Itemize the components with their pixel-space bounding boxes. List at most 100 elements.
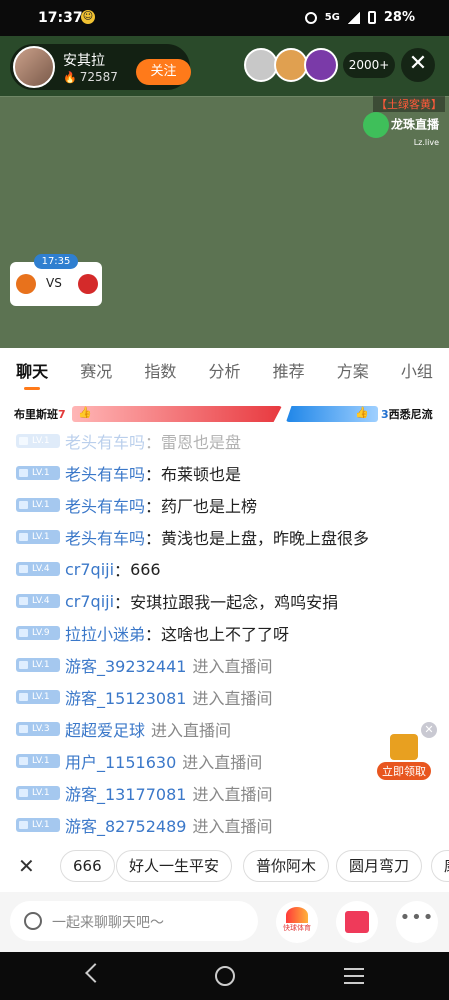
follow-button[interactable]: 关注 <box>136 59 191 85</box>
chat-text: 安琪拉跟我一起念，鸡呜安捐 <box>130 593 339 612</box>
more-icon[interactable]: ••• <box>396 901 438 943</box>
heat-value: 72587 <box>79 70 118 84</box>
quick-phrase-bar: ✕ 666 好人一生平安 普你阿木 圆月弯刀 康 <box>0 850 449 884</box>
chat-username[interactable]: 老头有车吗 <box>65 429 145 453</box>
level-badge: LV.1 <box>16 434 60 448</box>
chat-text: 雷恩也是盘 <box>161 433 242 452</box>
viewer-count[interactable]: 2000+ <box>343 52 395 78</box>
chat-username[interactable]: cr7qiji <box>65 592 114 611</box>
chat-username[interactable]: 拉拉小迷弟 <box>65 621 145 645</box>
enter-notice: LV.1 游客_13177081 进入直播间 <box>16 780 272 806</box>
viewer-avatar[interactable] <box>304 48 338 82</box>
level-badge: LV.1 <box>16 466 60 480</box>
gift-button[interactable] <box>336 901 378 943</box>
tab-group[interactable]: 小组 <box>385 348 449 396</box>
chat-username[interactable]: 游客_13177081 <box>65 781 186 805</box>
tab-plan[interactable]: 方案 <box>321 348 385 396</box>
quick-phrase-chip[interactable]: 圆月弯刀 <box>336 850 423 882</box>
stream-tag: 【土绿客黄】 <box>373 96 445 112</box>
chat-username[interactable]: 老头有车吗 <box>65 461 145 485</box>
enter-notice: LV.1 游客_39232441 进入直播间 <box>16 652 272 678</box>
chat-text: 布莱顿也是 <box>161 465 242 484</box>
enter-text: 进入直播间 <box>192 689 273 708</box>
close-icon[interactable]: ✕ <box>18 854 35 878</box>
chat-username[interactable]: 老头有车吗 <box>65 525 145 549</box>
chat-username[interactable]: cr7qiji <box>65 560 114 579</box>
status-icons: 5G 28% <box>304 10 415 25</box>
chat-message: LV.4 cr7qiji： 666 <box>16 556 161 582</box>
face-emoji-icon: ☺ <box>81 10 95 24</box>
home-team-name: 布里斯班 <box>14 408 58 421</box>
emoji-icon[interactable] <box>24 912 42 930</box>
quick-phrase-chip[interactable]: 666 <box>60 850 115 882</box>
chat-username[interactable]: 游客_82752489 <box>65 813 186 837</box>
chat-message: LV.9 拉拉小迷弟： 这啥也上不了了呀 <box>16 620 289 646</box>
app-shortcut-button[interactable]: 快球体育 <box>276 901 318 943</box>
chat-username[interactable]: 老头有车吗 <box>65 493 145 517</box>
anchor-name: 安其拉 <box>63 53 105 69</box>
status-bar: 17:37 ☺ 5G 28% <box>0 0 449 36</box>
home-support-bar[interactable] <box>72 406 282 422</box>
match-clock: 17:35 <box>34 254 78 269</box>
enter-text: 进入直播间 <box>192 817 273 836</box>
level-badge: LV.1 <box>16 754 60 768</box>
tab-recommend[interactable]: 推荐 <box>257 348 321 396</box>
tab-match-status[interactable]: 赛况 <box>64 348 128 396</box>
dragon-icon <box>362 112 389 138</box>
chat-text: 黄浅也是上盘，昨晚上盘很多 <box>161 529 370 548</box>
tab-odds[interactable]: 指数 <box>128 348 192 396</box>
app-badge-label: 快球体育 <box>283 924 311 932</box>
chat-input-placeholder: 一起来聊聊天吧～ <box>52 915 164 931</box>
enter-text: 进入直播间 <box>182 753 263 772</box>
chat-message: LV.1 老头有车吗： 布莱顿也是 <box>16 460 241 486</box>
chat-username[interactable]: 用户_1151630 <box>65 749 176 773</box>
back-icon[interactable] <box>85 963 105 983</box>
chat-username[interactable]: 游客_15123081 <box>65 685 186 709</box>
home-icon[interactable] <box>215 966 235 986</box>
close-icon[interactable]: ✕ <box>401 48 435 82</box>
quick-phrase-chip[interactable]: 普你阿木 <box>243 850 330 882</box>
level-badge: LV.1 <box>16 818 60 832</box>
quick-phrase-chip[interactable]: 康 <box>431 850 449 882</box>
anchor-card[interactable]: 安其拉 🔥 72587 关注 <box>10 44 191 90</box>
system-nav-bar <box>0 952 449 1000</box>
away-team-logo <box>78 274 98 294</box>
quick-phrase-chip[interactable]: 好人一生平安 <box>116 850 233 882</box>
score-card[interactable]: 17:35 VS <box>10 254 102 306</box>
gift-claim-button[interactable]: 立即领取 <box>375 734 433 780</box>
battery-level: 28% <box>383 10 415 25</box>
thumbs-up-icon[interactable]: 👍 <box>78 406 92 419</box>
platform-domain: Lz.live <box>413 138 439 147</box>
chat-input[interactable]: 一起来聊聊天吧～ <box>10 901 258 941</box>
viewer-avatar[interactable] <box>244 48 278 82</box>
away-team-name: 西悉尼流 <box>388 408 433 421</box>
level-badge: LV.4 <box>16 594 60 608</box>
tab-analysis[interactable]: 分析 <box>192 348 256 396</box>
level-badge: LV.3 <box>16 722 60 736</box>
chat-message: LV.1 老头有车吗： 雷恩也是盘 <box>16 428 241 454</box>
support-vote: 布里斯班7 👍 👍 3西悉尼流 <box>0 400 449 428</box>
signal-icon <box>347 11 360 24</box>
chat-message: LV.1 老头有车吗： 药厂也是上榜 <box>16 492 257 518</box>
home-team-logo <box>16 274 36 294</box>
chat-username[interactable]: 超超爱足球 <box>65 717 145 741</box>
anchor-heat: 🔥 72587 <box>63 70 118 84</box>
video-player[interactable]: 安其拉 🔥 72587 关注 2000+ ✕ 【土绿客黄】 龙珠直播 Lz.li… <box>0 36 449 348</box>
chat-text: 这啥也上不了了呀 <box>161 625 290 644</box>
app-logo-icon <box>286 907 308 923</box>
tab-chat[interactable]: 聊天 <box>0 348 64 396</box>
anchor-avatar[interactable] <box>13 46 55 88</box>
enter-text: 进入直播间 <box>192 657 273 676</box>
vs-label: VS <box>46 276 62 290</box>
viewer-avatar[interactable] <box>274 48 308 82</box>
chat-list[interactable]: LV.1 老头有车吗： 雷恩也是盘 LV.1 老头有车吗： 布莱顿也是 LV.1… <box>0 426 449 844</box>
recent-apps-icon[interactable] <box>344 968 364 984</box>
level-badge: LV.1 <box>16 786 60 800</box>
enter-notice: LV.1 游客_82752489 进入直播间 <box>16 812 272 838</box>
viewer-avatars[interactable] <box>244 48 338 82</box>
battery-icon <box>367 11 376 24</box>
enter-text: 进入直播间 <box>151 721 232 740</box>
enter-text: 进入直播间 <box>192 785 273 804</box>
thumbs-up-icon[interactable]: 👍 <box>355 406 369 419</box>
chat-username[interactable]: 游客_39232441 <box>65 653 186 677</box>
